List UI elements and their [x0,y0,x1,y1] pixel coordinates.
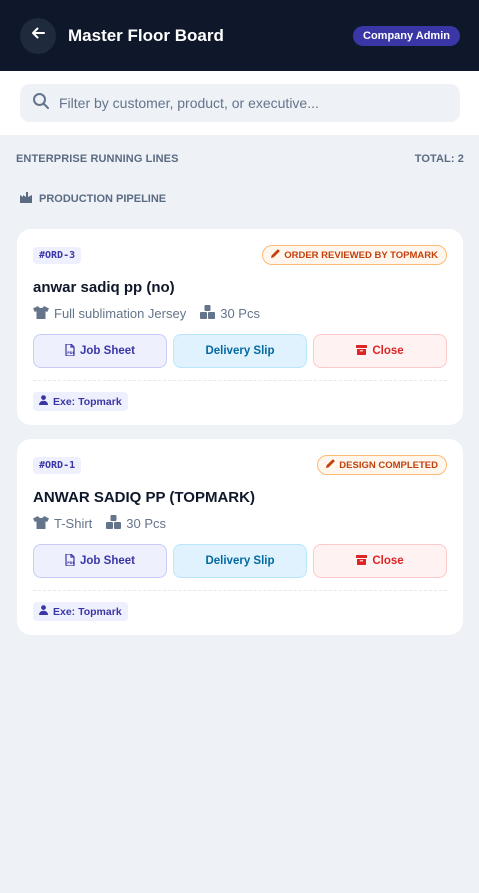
status-text: ORDER REVIEWED BY TOPMARK [284,249,438,261]
shirt-icon [33,515,54,532]
pdf-file-icon: PDF [65,552,80,569]
delivery-slip-button[interactable]: Delivery Slip [173,544,307,578]
app-header: Master Floor Board Company Admin [0,0,479,71]
status-badge: DESIGN COMPLETED [317,455,447,475]
quantity: 30 Pcs [126,516,167,531]
search-bar [0,71,479,135]
card-actions: PDF Job Sheet Delivery Slip Close [33,334,447,381]
section-title: ENTERPRISE RUNNING LINES [16,153,179,165]
order-id: #ORD-1 [33,456,82,474]
order-card: #ORD-3 ORDER REVIEWED BY TOPMARK anwar s… [17,229,463,425]
status-badge: ORDER REVIEWED BY TOPMARK [262,245,447,265]
customer-name: anwar sadiq pp (no) [33,279,175,296]
close-button[interactable]: Close [313,544,447,578]
svg-text:PDF: PDF [67,351,75,355]
factory-icon [20,192,39,206]
boxes-icon [200,305,220,322]
svg-text:PDF: PDF [67,561,75,565]
search-input[interactable] [59,95,448,111]
job-sheet-button[interactable]: PDF Job Sheet [33,334,167,368]
job-sheet-button[interactable]: PDF Job Sheet [33,544,167,578]
archive-icon [356,344,372,358]
archive-icon [356,554,372,568]
executive-name: Exe: Topmark [53,395,122,408]
executive-badge: Exe: Topmark [33,602,128,621]
user-icon [39,395,53,408]
pipeline-label: PRODUCTION PIPELINE [39,193,167,205]
user-icon [39,605,53,618]
close-button[interactable]: Close [313,334,447,368]
delivery-slip-label: Delivery Slip [205,555,275,567]
back-button[interactable] [20,17,56,54]
search-box [20,84,460,122]
order-card: #ORD-1 DESIGN COMPLETED ANWAR SADIQ PP (… [17,439,463,635]
search-icon [32,92,50,115]
page-title: Master Floor Board [68,25,224,45]
pdf-file-icon: PDF [65,342,80,359]
delivery-slip-button[interactable]: Delivery Slip [173,334,307,368]
section-header: ENTERPRISE RUNNING LINES TOTAL: 2 [0,153,479,165]
product-name: Full sublimation Jersey [54,306,187,321]
pencil-icon [326,459,339,471]
arrow-left-icon [30,25,46,46]
close-label: Close [372,555,404,567]
order-id: #ORD-3 [33,246,82,264]
pencil-icon [271,249,284,261]
executive-name: Exe: Topmark [53,605,122,618]
order-meta: Full sublimation Jersey 30 Pcs [33,305,447,322]
boxes-icon [106,515,126,532]
executive-badge: Exe: Topmark [33,392,128,411]
job-sheet-label: Job Sheet [80,345,135,357]
quantity: 30 Pcs [220,306,260,321]
status-text: DESIGN COMPLETED [339,459,438,471]
total-count: TOTAL: 2 [414,153,464,165]
order-meta: T-Shirt 30 Pcs [33,515,447,532]
pipeline-header: PRODUCTION PIPELINE [20,192,479,206]
customer-name: ANWAR SADIQ PP (TOPMARK) [33,489,255,506]
job-sheet-label: Job Sheet [80,555,135,567]
card-actions: PDF Job Sheet Delivery Slip Close [33,544,447,591]
role-badge: Company Admin [353,25,460,46]
product-name: T-Shirt [54,516,93,531]
close-label: Close [372,345,404,357]
shirt-icon [33,305,54,322]
delivery-slip-label: Delivery Slip [205,345,275,357]
